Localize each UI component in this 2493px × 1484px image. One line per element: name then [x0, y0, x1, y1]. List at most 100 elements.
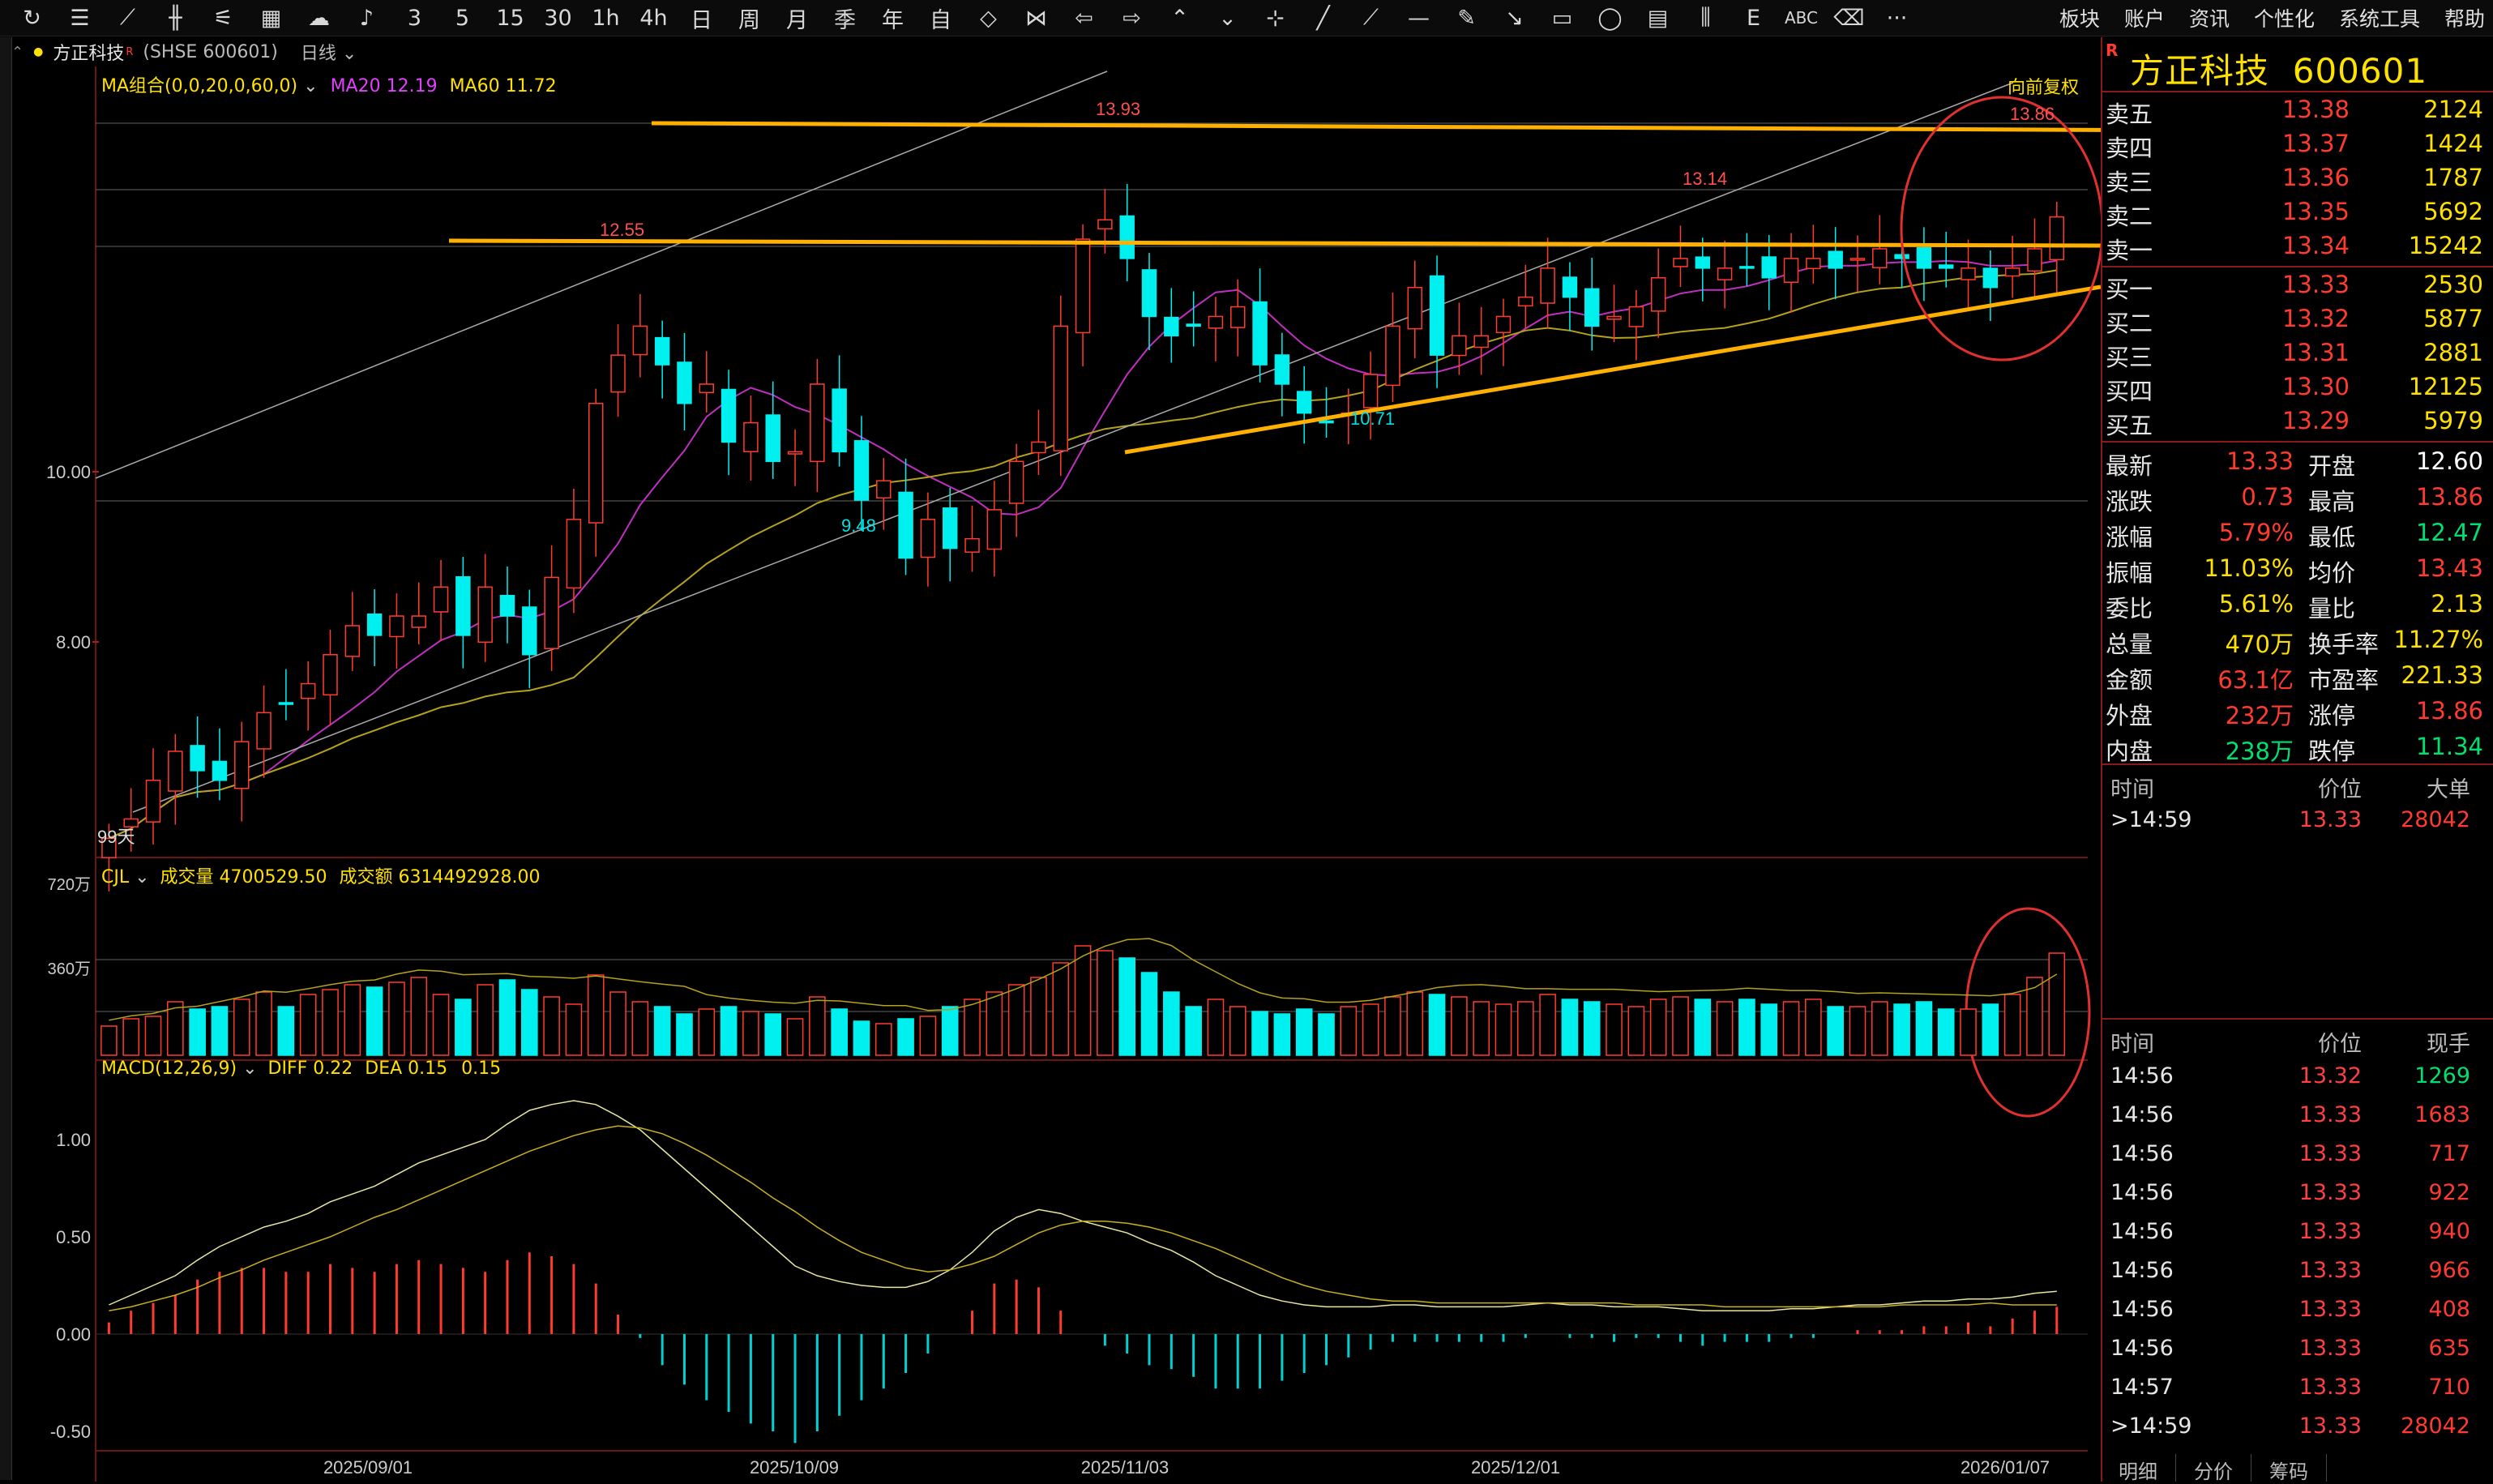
volume-bar[interactable] [322, 989, 339, 1056]
volume-bar[interactable] [831, 1008, 848, 1056]
candle[interactable] [2027, 218, 2042, 297]
candle[interactable] [610, 324, 626, 417]
candle[interactable] [1252, 268, 1268, 383]
volume-bar[interactable] [543, 996, 560, 1056]
candle[interactable] [168, 733, 183, 825]
candle[interactable] [522, 589, 537, 689]
tab-2[interactable]: 筹码 [2251, 1454, 2327, 1483]
tick-row[interactable]: >14:59 13.33 28042 [2102, 1409, 2493, 1446]
period-week-icon[interactable]: 周 [725, 0, 773, 36]
volume-bar[interactable] [1229, 1006, 1246, 1056]
highlight-circle[interactable] [1900, 96, 2101, 361]
arrow-right-icon[interactable]: ⇨ [1108, 0, 1156, 36]
period-15-icon[interactable]: 15 [486, 0, 534, 36]
volume-bar[interactable] [1760, 1003, 1778, 1056]
volume-bar[interactable] [1251, 1011, 1268, 1056]
tick-row[interactable]: 14:56 13.32 1269 [2102, 1058, 2493, 1096]
volume-bar[interactable] [255, 991, 272, 1056]
candle[interactable] [1075, 224, 1091, 367]
crosshair-icon[interactable]: ⊹ [1251, 0, 1299, 36]
volume-bar[interactable] [1805, 999, 1822, 1056]
volume-bar[interactable] [366, 986, 383, 1056]
candle[interactable] [1628, 289, 1644, 361]
ask-row[interactable]: 卖四 13.37 1424 [2102, 126, 2493, 162]
volume-bar[interactable] [1451, 996, 1468, 1056]
candle[interactable] [455, 556, 471, 669]
volume-bar[interactable] [1384, 996, 1401, 1056]
candle[interactable] [1274, 332, 1290, 417]
candle[interactable] [1916, 227, 1932, 302]
candle[interactable] [1141, 253, 1157, 351]
volume-bar[interactable] [720, 1006, 738, 1056]
refresh-icon[interactable]: ↻ [8, 0, 56, 36]
volume-bar[interactable] [587, 974, 605, 1056]
candle[interactable] [499, 566, 515, 644]
collapse-icon[interactable]: ⌃ [11, 44, 24, 61]
chevron-down-icon[interactable]: ⌄ [297, 76, 323, 96]
candle[interactable] [654, 320, 670, 399]
text-tool-icon[interactable]: ABC [1777, 0, 1825, 36]
arrow-left-icon[interactable]: ⇦ [1060, 0, 1108, 36]
period-30-icon[interactable]: 30 [534, 0, 582, 36]
tab-0[interactable]: 明细 [2101, 1454, 2176, 1483]
rect-icon[interactable]: ▭ [1538, 0, 1586, 36]
candle[interactable] [588, 388, 604, 557]
volume-bar[interactable] [1561, 999, 1579, 1056]
arrow-down-icon[interactable]: ⌄ [1204, 0, 1251, 36]
volume-bar[interactable] [1827, 1006, 1844, 1056]
menu-item[interactable]: 帮助 [2444, 3, 2485, 32]
volume-bar[interactable] [1627, 1006, 1645, 1056]
candle[interactable] [1562, 262, 1578, 331]
candle[interactable] [1164, 288, 1179, 363]
adjust-label[interactable]: 向前复权 [2008, 73, 2079, 99]
period-5-icon[interactable]: 5 [438, 0, 486, 36]
parallel-icon[interactable]: ⫼ [1682, 0, 1730, 36]
chevron-down-icon[interactable]: ⌄ [237, 1058, 263, 1079]
zoom-fit-icon[interactable]: ◇ [964, 0, 1012, 36]
arrow-tool-icon[interactable]: ↘ [1490, 0, 1538, 36]
period-month-icon[interactable]: 月 [773, 0, 821, 36]
volume-bar[interactable] [1030, 977, 1047, 1056]
cloud-icon[interactable]: ☁ [295, 0, 343, 36]
menu-item[interactable]: 资讯 [2189, 3, 2230, 32]
candle[interactable] [2049, 201, 2064, 294]
candle[interactable] [721, 370, 737, 476]
resistance-line[interactable] [651, 121, 2101, 132]
more-icon[interactable]: ··· [1873, 0, 1921, 36]
period-year-icon[interactable]: 年 [869, 0, 917, 36]
volume-bar[interactable] [1871, 1001, 1888, 1056]
volume-bar[interactable] [410, 977, 428, 1056]
volume-bar[interactable] [1849, 1006, 1867, 1056]
volume-bar[interactable] [1893, 1003, 1910, 1056]
volume-bar[interactable] [1649, 999, 1667, 1056]
volume-bar[interactable] [1606, 1003, 1623, 1056]
volume-bar[interactable] [1583, 1001, 1601, 1056]
bid-row[interactable]: 买二 13.32 5877 [2102, 302, 2493, 337]
volume-bar[interactable] [477, 984, 494, 1056]
volume-bar[interactable] [432, 994, 450, 1056]
channel-icon[interactable]: ▤ [1634, 0, 1682, 36]
volume-bar[interactable] [874, 1023, 892, 1056]
menu-item[interactable]: 个性化 [2254, 3, 2315, 32]
candle[interactable] [212, 728, 228, 801]
period-day-icon[interactable]: 日 [678, 0, 725, 36]
tick-row[interactable]: 14:56 13.33 635 [2102, 1331, 2493, 1368]
fib-icon[interactable]: ⚟ [199, 0, 247, 36]
volume-bar[interactable] [520, 989, 538, 1056]
candle[interactable] [1495, 298, 1512, 366]
candle[interactable] [1119, 184, 1135, 282]
candle[interactable] [1385, 292, 1400, 403]
candle[interactable] [234, 721, 250, 822]
volume-bar[interactable] [455, 999, 472, 1056]
volume-bar[interactable] [1694, 999, 1712, 1056]
line-tool-icon[interactable]: ╱ [1299, 0, 1347, 36]
volume-bar[interactable] [388, 981, 405, 1056]
volume-bar[interactable] [122, 1018, 140, 1056]
tick-row[interactable]: 14:56 13.33 717 [2102, 1136, 2493, 1174]
big-row[interactable]: >14:59 13.33 28042 [2102, 802, 2493, 840]
volume-bar[interactable] [1340, 1006, 1358, 1056]
tick-row[interactable]: 14:56 13.33 408 [2102, 1292, 2493, 1329]
volume-bar[interactable] [1672, 996, 1689, 1056]
candle[interactable] [964, 505, 980, 572]
candle[interactable] [1031, 409, 1046, 475]
